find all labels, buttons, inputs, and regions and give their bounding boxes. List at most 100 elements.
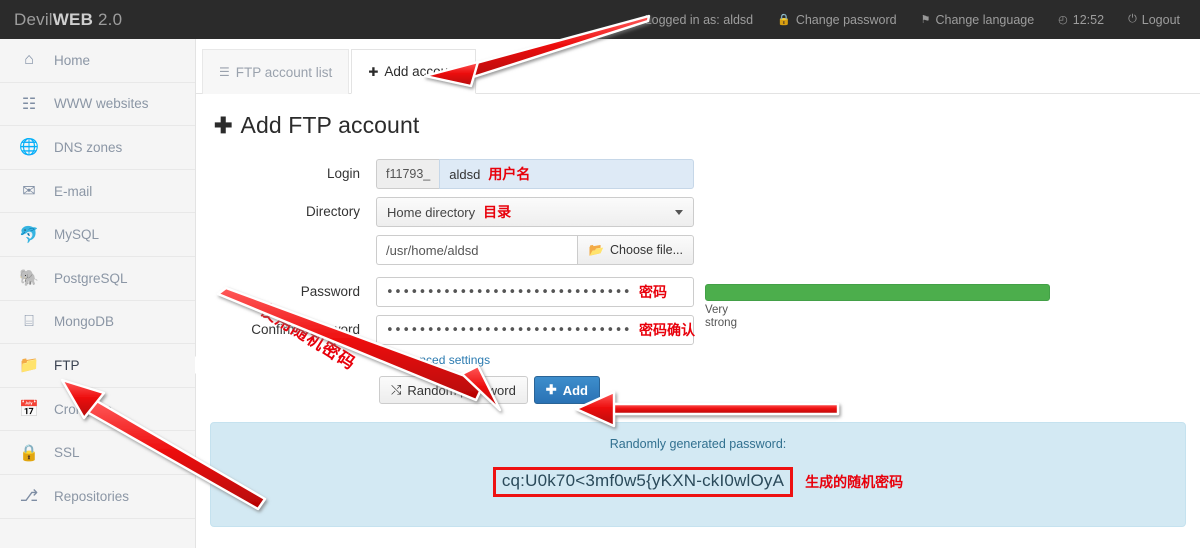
tab-ftp-account-list-label: FTP account list — [236, 65, 333, 80]
password-annotation-cn: 密码 — [639, 282, 667, 302]
generated-password-alert: Randomly generated password: cq:U0k70<3m… — [210, 422, 1186, 527]
sidebar-item-label: SSL — [54, 445, 80, 460]
password-label: Password — [196, 277, 376, 299]
alert-title: Randomly generated password: — [211, 437, 1185, 451]
path-label-spacer — [196, 235, 376, 242]
calendar-icon: 📅 — [18, 399, 40, 419]
chevron-down-icon — [675, 210, 683, 215]
plus-icon: ✚ — [546, 382, 557, 398]
sidebar-item-label: FTP — [54, 358, 80, 373]
confirm-password-annotation-cn: 密码确认 — [639, 320, 695, 340]
sidebar-item-label: MySQL — [54, 227, 99, 242]
confirm-password-input[interactable]: •••••••••••••••••••••••••••••• 密码确认 — [376, 315, 694, 345]
password-strength: Very strong — [705, 284, 1050, 330]
password-masked-value: •••••••••••••••••••••••••••••• — [386, 286, 631, 299]
password-control: •••••••••••••••••••••••••••••• 密码 — [376, 277, 694, 307]
sidebar-item-cron-jobs[interactable]: 📅 Cron jobs — [0, 388, 195, 432]
power-icon: ⏻ — [1128, 13, 1137, 26]
chevron-down-icon — [379, 358, 387, 363]
path-control: /usr/home/aldsd 📂 Choose file... — [376, 235, 694, 265]
sidebar-item-label: Repositories — [54, 489, 129, 504]
clock-display: ◴ 12:52 — [1046, 0, 1116, 39]
flag-icon: ⚑ — [921, 13, 931, 26]
sidebar-item-label: Home — [54, 53, 90, 68]
app-brand[interactable]: DevilWEB 2.0 — [0, 10, 122, 30]
password-strength-label: Very strong — [705, 304, 737, 330]
clock-icon: ◴ — [1058, 13, 1068, 26]
logged-in-as: Logged in as: aldsd — [633, 0, 765, 39]
plus-icon: ✚ — [214, 113, 233, 139]
login-input-group: f11793_ aldsd 用户名 — [376, 159, 694, 189]
directory-selected-value: Home directory — [387, 205, 475, 220]
brand-suffix: 2.0 — [93, 10, 122, 29]
password-input[interactable]: •••••••••••••••••••••••••••••• 密码 — [376, 277, 694, 307]
login-prefix-addon: f11793_ — [376, 159, 439, 189]
sidebar-item-www-websites[interactable]: ☷WWW websites — [0, 83, 195, 127]
sidebar-item-label: MongoDB — [54, 314, 114, 329]
clock-label: 12:52 — [1073, 13, 1104, 27]
elephant-icon: 🐘 — [18, 268, 40, 288]
directory-annotation-cn: 目录 — [483, 202, 511, 222]
branch-icon: ⎇ — [18, 486, 40, 506]
change-language-link[interactable]: ⚑ Change language — [909, 0, 1047, 39]
sidebar-item-label: E-mail — [54, 184, 92, 199]
random-password-button[interactable]: ⤭ Random password — [379, 376, 528, 404]
brand-bold: WEB — [53, 10, 93, 29]
home-icon: ⌂ — [18, 50, 40, 70]
list-icon: ☰ — [219, 65, 230, 79]
sidebar-item-ftp[interactable]: 📁FTP — [0, 344, 195, 388]
sidebar-item-mysql[interactable]: 🐬 MySQL — [0, 213, 195, 257]
page-title: ✚ Add FTP account — [214, 112, 1200, 139]
tab-ftp-account-list[interactable]: ☰ FTP account list — [202, 49, 349, 94]
form-row-directory: Directory Home directory 目录 — [196, 197, 1200, 227]
folder-open-icon: 📂 — [588, 243, 604, 258]
tab-strip: ☰ FTP account list ✚ Add account — [196, 39, 1200, 94]
sidebar-item-mongodb[interactable]: ⌸ MongoDB — [0, 301, 195, 345]
generated-password-value[interactable]: cq:U0k70<3mf0w5{yKXN-ckI0wlOyA — [493, 467, 793, 497]
login-annotation-cn: 用户名 — [488, 164, 530, 184]
sidebar: ⌂ Home ☷WWW websites🌐DNS zones ✉ E-mail 🐬 MySQ… — [0, 39, 196, 548]
database-icon: ⌸ — [18, 312, 40, 332]
password-strength-bar — [705, 284, 1050, 301]
shuffle-icon: ⤭ — [391, 382, 401, 398]
sidebar-item-postgresql[interactable]: 🐘 PostgreSQL — [0, 257, 195, 301]
page-title-text: Add FTP account — [241, 112, 420, 139]
path-input[interactable]: /usr/home/aldsd — [376, 235, 577, 265]
change-password-label: Change password — [796, 13, 897, 27]
sidebar-item-label: Cron jobs — [54, 402, 112, 417]
lock-icon: 🔒 — [18, 443, 40, 463]
lock-icon: 🔒 — [777, 13, 791, 26]
add-button-label: Add — [563, 383, 588, 398]
sidebar-item-label: PostgreSQL — [54, 271, 128, 286]
tab-add-account[interactable]: ✚ Add account — [351, 49, 476, 94]
brand-prefix: Devil — [14, 10, 53, 29]
logged-in-label: Logged in as: aldsd — [645, 13, 753, 27]
sidebar-item-dns-zones[interactable]: 🌐DNS zones — [0, 126, 195, 170]
choose-file-button[interactable]: 📂 Choose file... — [577, 235, 694, 265]
globe-icon: 🌐 — [18, 137, 40, 157]
login-control: f11793_ aldsd 用户名 — [376, 159, 694, 189]
plus-icon: ✚ — [368, 65, 378, 79]
advanced-settings-link[interactable]: Advanced settings — [376, 353, 1200, 367]
sidebar-item-home[interactable]: ⌂ Home — [0, 39, 195, 83]
add-button[interactable]: ✚ Add — [534, 376, 600, 404]
choose-file-label: Choose file... — [610, 243, 683, 257]
sidebar-item-repositories[interactable]: ⎇ Repositories — [0, 475, 195, 519]
directory-label: Directory — [196, 197, 376, 219]
generated-password-row: cq:U0k70<3mf0w5{yKXN-ckI0wlOyA 生成的随机密码 — [211, 467, 1185, 497]
sidebar-item-e-mail[interactable]: ✉ E-mail — [0, 170, 195, 214]
sidebar-item-ssl[interactable]: 🔒 SSL — [0, 431, 195, 475]
confirm-password-masked-value: •••••••••••••••••••••••••••••• — [386, 324, 631, 337]
tab-add-account-label: Add account — [384, 64, 459, 79]
confirm-password-control: •••••••••••••••••••••••••••••• 密码确认 — [376, 315, 694, 345]
form-row-path: /usr/home/aldsd 📂 Choose file... — [196, 235, 1200, 265]
sidebar-item-label: WWW websites — [54, 96, 149, 111]
path-input-group: /usr/home/aldsd 📂 Choose file... — [376, 235, 694, 265]
change-password-link[interactable]: 🔒 Change password — [765, 0, 908, 39]
advanced-settings-label: Advanced settings — [392, 353, 490, 367]
logout-link[interactable]: ⏻ Logout — [1116, 0, 1192, 39]
dolphin-icon: 🐬 — [18, 225, 40, 245]
envelope-icon: ✉ — [18, 181, 40, 201]
directory-select[interactable]: Home directory 目录 — [376, 197, 694, 227]
login-input[interactable]: aldsd 用户名 — [439, 159, 694, 189]
